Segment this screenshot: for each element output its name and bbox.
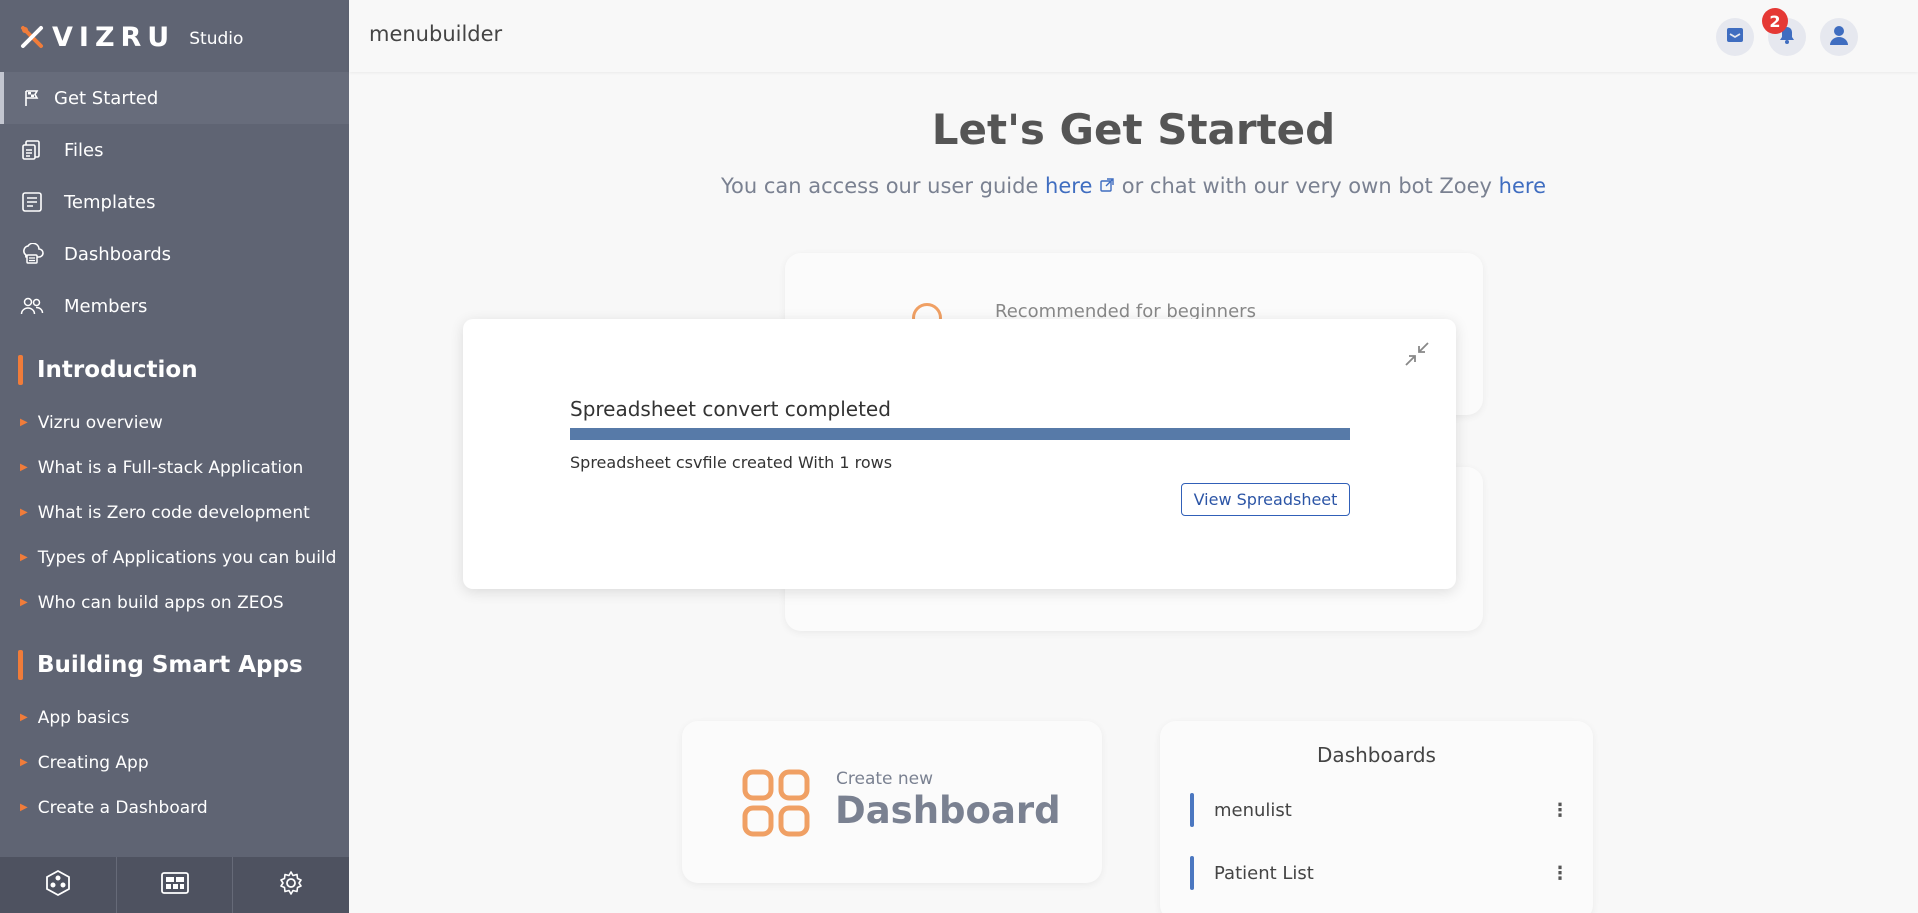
nav-item-get-started[interactable]: Get Started: [0, 72, 349, 124]
sidebar-footer: [0, 857, 349, 913]
doc-item[interactable]: ▶ Vizru overview: [0, 400, 349, 445]
section-accent-bar: [18, 650, 23, 680]
dashboard-layout-icon: [160, 871, 190, 899]
topbar-actions: 2: [1716, 8, 1858, 56]
view-spreadsheet-button[interactable]: View Spreadsheet: [1181, 483, 1350, 516]
nav-label: Files: [64, 139, 104, 161]
brand-name: VIZRU: [52, 21, 176, 53]
dialog-title: Spreadsheet convert completed: [570, 397, 891, 421]
doc-item[interactable]: ▶ Types of Applications you can build: [0, 535, 349, 580]
inbox-icon: [1725, 25, 1745, 49]
create-title: Dashboard: [835, 789, 1061, 832]
topbar: menubuilder 2: [349, 0, 1918, 72]
dashboards-title: Dashboards: [1317, 743, 1436, 767]
dashboard-item-label: Patient List: [1214, 862, 1314, 884]
brand-product: Studio: [189, 29, 244, 49]
triangle-right-icon: ▶: [20, 757, 28, 768]
triangle-right-icon: ▶: [20, 507, 28, 518]
nav-label: Templates: [64, 191, 156, 213]
dashboard-item[interactable]: menulist ⋮: [1190, 793, 1570, 827]
more-vertical-icon[interactable]: ⋮: [1550, 800, 1570, 821]
section-accent-bar: [18, 355, 23, 385]
triangle-right-icon: ▶: [20, 417, 28, 428]
more-vertical-icon[interactable]: ⋮: [1550, 863, 1570, 884]
page-title: Let's Get Started: [931, 105, 1336, 154]
doc-item[interactable]: ▶ What is a Full-stack Application: [0, 445, 349, 490]
triangle-right-icon: ▶: [20, 552, 28, 563]
page-subtitle: You can access our user guide here or ch…: [720, 174, 1546, 198]
files-icon: [20, 138, 44, 162]
item-accent-bar: [1190, 793, 1194, 827]
doc-item[interactable]: ▶ What is Zero code development: [0, 490, 349, 535]
user-menu-button[interactable]: [1820, 18, 1858, 56]
section-title: Introduction: [37, 357, 198, 383]
section-building-smart-apps: Building Smart Apps: [18, 650, 303, 680]
flag-icon: [20, 86, 44, 110]
app-title: menubuilder: [369, 22, 503, 46]
apps-hexagon-icon: [44, 869, 72, 901]
nav-label: Dashboards: [64, 243, 172, 265]
triangle-right-icon: ▶: [20, 597, 28, 608]
inbox-button[interactable]: [1716, 18, 1754, 56]
nav-label: Get Started: [54, 87, 159, 109]
create-dashboard-card[interactable]: Create new Dashboard: [682, 721, 1102, 883]
dashboard-cloud-icon: [20, 242, 44, 266]
apps-button[interactable]: [0, 857, 117, 913]
nav-item-files[interactable]: Files: [0, 124, 349, 176]
vizru-logo-icon: [20, 25, 44, 49]
sidebar: VIZRU Studio Get Started Files Templates: [0, 0, 349, 913]
triangle-right-icon: ▶: [20, 802, 28, 813]
dashboards-card: Dashboards menulist ⋮ Patient List ⋮: [1160, 721, 1593, 913]
item-accent-bar: [1190, 856, 1194, 890]
settings-button[interactable]: [233, 857, 349, 913]
chat-zoey-link[interactable]: here: [1499, 174, 1546, 198]
external-link-icon: [1099, 174, 1115, 198]
dialog-message: Spreadsheet csvfile created With 1 rows: [570, 453, 893, 472]
progress-bar: [570, 428, 1350, 440]
notification-badge: 2: [1762, 8, 1788, 34]
doc-item[interactable]: ▶ Creating App: [0, 740, 349, 785]
introduction-list: ▶ Vizru overview ▶ What is a Full-stack Ap…: [0, 400, 349, 625]
dashboard-item[interactable]: Patient List ⋮: [1190, 856, 1570, 890]
gear-icon: [278, 870, 304, 900]
triangle-right-icon: ▶: [20, 712, 28, 723]
brand-logo[interactable]: VIZRU Studio: [20, 21, 244, 53]
main-nav: Get Started Files Templates Dashboards M…: [0, 72, 349, 332]
section-introduction: Introduction: [18, 355, 198, 385]
notifications-button[interactable]: 2: [1762, 8, 1806, 56]
triangle-right-icon: ▶: [20, 462, 28, 473]
nav-item-members[interactable]: Members: [0, 280, 349, 332]
section-title: Building Smart Apps: [37, 652, 303, 678]
nav-label: Members: [64, 295, 148, 317]
templates-icon: [20, 190, 44, 214]
create-caption: Create new: [836, 769, 934, 789]
doc-item[interactable]: ▶ Create a Dashboard: [0, 785, 349, 830]
user-guide-link[interactable]: here: [1045, 174, 1092, 198]
nav-item-dashboards[interactable]: Dashboards: [0, 228, 349, 280]
dashboard-item-label: menulist: [1214, 799, 1292, 821]
minimize-icon[interactable]: [1404, 341, 1430, 367]
dashboard-grid-icon: [742, 769, 810, 841]
convert-status-dialog: Spreadsheet convert completed Spreadshee…: [463, 319, 1456, 589]
user-avatar-icon: [1828, 24, 1850, 50]
nav-item-templates[interactable]: Templates: [0, 176, 349, 228]
layout-button[interactable]: [117, 857, 234, 913]
members-icon: [20, 294, 44, 318]
building-list: ▶ App basics ▶ Creating App ▶ Create a Dash…: [0, 695, 349, 830]
doc-item[interactable]: ▶ App basics: [0, 695, 349, 740]
doc-item[interactable]: ▶ Who can build apps on ZEOS: [0, 580, 349, 625]
progress-fill: [570, 428, 1350, 440]
